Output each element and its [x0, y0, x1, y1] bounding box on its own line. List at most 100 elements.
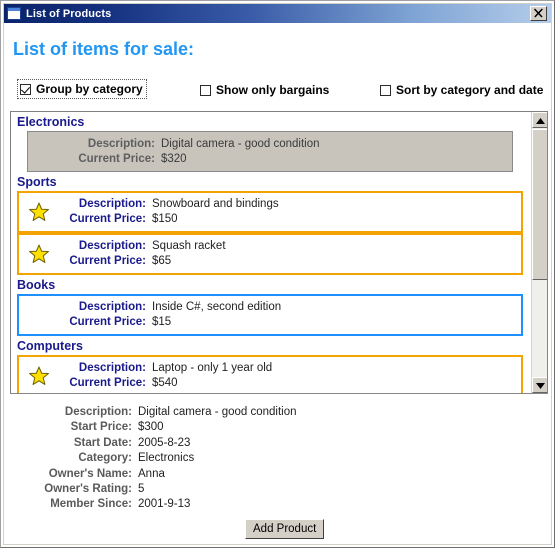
detail-row: Start Date: 2005-8-23: [4, 436, 551, 451]
field-row-current-price: Current Price: $540: [54, 376, 521, 391]
detail-label: Owner's Rating:: [44, 483, 132, 496]
field-label-current-price: Current Price:: [69, 255, 146, 267]
field-value-current-price: $15: [152, 316, 172, 328]
checkbox-box-icon: [20, 83, 31, 95]
window-inner-frame: List of Products List of items for sale:…: [3, 3, 552, 545]
field-value-current-price: $320: [161, 152, 187, 165]
detail-value: Digital camera - good condition: [138, 406, 297, 418]
product-item-fields: Description: Snowboard and bindings Curren…: [54, 197, 521, 227]
field-value-current-price: $150: [152, 213, 178, 225]
checkbox-label: Group by category: [36, 82, 143, 96]
field-row-current-price: Current Price: $150: [54, 212, 521, 227]
detail-row: Description: Digital camera - good condit…: [4, 405, 551, 420]
product-list-viewport: Electronics Description: Digital camera - …: [11, 112, 531, 393]
checkbox-box-icon: [200, 84, 211, 96]
field-label-current-price: Current Price:: [69, 213, 146, 225]
product-item-fields: Description: Squash racket Current Price: $…: [54, 239, 521, 269]
page-title: List of items for sale:: [13, 39, 195, 59]
product-list-item[interactable]: Description: Laptop - only 1 year old Curr…: [17, 355, 523, 393]
product-item-fields: Description: Digital camera - good condit…: [63, 137, 512, 167]
detail-value: 5: [138, 483, 145, 496]
detail-label: Description:: [64, 406, 132, 418]
star-icon: [29, 202, 49, 221]
product-list-content: Electronics Description: Digital camera - …: [11, 112, 531, 393]
detail-label: Start Price:: [70, 421, 132, 434]
field-row-description: Description: Laptop - only 1 year old: [54, 361, 521, 376]
checkbox-sort-by-category-and-date[interactable]: Sort by category and date: [378, 81, 546, 99]
chevron-up-icon: [536, 118, 545, 124]
product-list-item[interactable]: Description: Digital camera - good condit…: [27, 131, 513, 172]
checkbox-group-by-category[interactable]: Group by category: [17, 79, 147, 99]
detail-label: Category:: [78, 452, 132, 465]
bargain-star-icon: [24, 201, 54, 223]
vertical-scrollbar[interactable]: [531, 112, 547, 393]
detail-row: Member Since: 2001-9-13: [4, 497, 551, 512]
detail-label: Start Date:: [73, 436, 132, 449]
product-details-panel: Description: Digital camera - good condit…: [4, 405, 551, 513]
field-value-description: Snowboard and bindings: [152, 198, 279, 210]
bargain-star-icon: [24, 243, 54, 265]
field-label-description: Description:: [78, 198, 146, 210]
field-row-description: Description: Inside C#, second edition: [54, 300, 521, 315]
field-row-description: Description: Squash racket: [54, 239, 521, 254]
close-icon: [533, 8, 543, 18]
group-header: Sports: [17, 175, 57, 189]
close-button[interactable]: [530, 6, 547, 21]
detail-row: Owner's Rating: 5: [4, 482, 551, 497]
detail-value: 2001-9-13: [138, 498, 191, 511]
product-list-item[interactable]: Description: Squash racket Current Price: $…: [17, 233, 523, 275]
checkbox-box-icon: [380, 84, 391, 96]
field-row-current-price: Current Price: $65: [54, 254, 521, 269]
star-icon: [29, 244, 49, 263]
bargain-star-icon: [24, 365, 54, 387]
detail-value: $300: [138, 421, 164, 434]
detail-value: Anna: [138, 467, 165, 480]
scroll-up-button[interactable]: [532, 112, 547, 128]
checkbox-label: Sort by category and date: [396, 83, 544, 97]
add-product-button[interactable]: Add Product: [245, 519, 325, 539]
product-list-item[interactable]: Description: Inside C#, second edition Cur…: [17, 294, 523, 336]
detail-row: Start Price: $300: [4, 420, 551, 435]
field-label-current-price: Current Price:: [69, 377, 146, 389]
field-row-description: Description: Digital camera - good condit…: [63, 137, 512, 152]
product-list-window: List of Products List of items for sale:…: [0, 0, 555, 548]
scroll-down-button[interactable]: [532, 377, 547, 393]
field-value-current-price: $540: [152, 377, 178, 389]
window-title: List of Products: [26, 7, 112, 20]
field-row-description: Description: Snowboard and bindings: [54, 197, 521, 212]
detail-row: Owner's Name: Anna: [4, 467, 551, 482]
detail-label: Owner's Name:: [48, 467, 132, 480]
product-item-fields: Description: Laptop - only 1 year old Curr…: [54, 361, 521, 391]
checkbox-show-only-bargains[interactable]: Show only bargains: [198, 81, 332, 99]
group-header: Books: [17, 278, 56, 292]
product-item-fields: Description: Inside C#, second edition Cur…: [54, 300, 521, 330]
field-value-description: Squash racket: [152, 240, 226, 252]
field-label-description: Description:: [87, 137, 155, 150]
group-header: Computers: [17, 339, 83, 353]
options-row: Group by category Show only bargains Sor…: [4, 79, 551, 101]
field-row-current-price: Current Price: $15: [54, 315, 521, 330]
scrollbar-thumb[interactable]: [532, 129, 547, 280]
star-icon: [29, 366, 49, 385]
field-label-current-price: Current Price:: [69, 316, 146, 328]
field-value-description: Digital camera - good condition: [161, 137, 320, 150]
field-value-current-price: $65: [152, 255, 172, 267]
field-label-current-price: Current Price:: [78, 152, 155, 165]
field-value-description: Inside C#, second edition: [152, 301, 282, 313]
client-area: List of items for sale: Group by categor…: [4, 23, 551, 544]
detail-row: Category: Electronics: [4, 451, 551, 466]
detail-label: Member Since:: [50, 498, 132, 511]
field-label-description: Description:: [78, 240, 146, 252]
field-value-description: Laptop - only 1 year old: [152, 362, 273, 374]
product-list-item[interactable]: Description: Snowboard and bindings Curren…: [17, 191, 523, 233]
group-header: Electronics: [17, 115, 85, 129]
detail-value: Electronics: [138, 452, 195, 465]
field-label-description: Description:: [78, 301, 146, 313]
window-form-icon: [7, 7, 21, 20]
field-label-description: Description:: [78, 362, 146, 374]
checkbox-label: Show only bargains: [216, 83, 330, 97]
product-list-panel: Electronics Description: Digital camera - …: [10, 111, 548, 394]
detail-value: 2005-8-23: [138, 436, 191, 449]
chevron-down-icon: [536, 383, 545, 389]
titlebar: List of Products: [4, 4, 551, 23]
